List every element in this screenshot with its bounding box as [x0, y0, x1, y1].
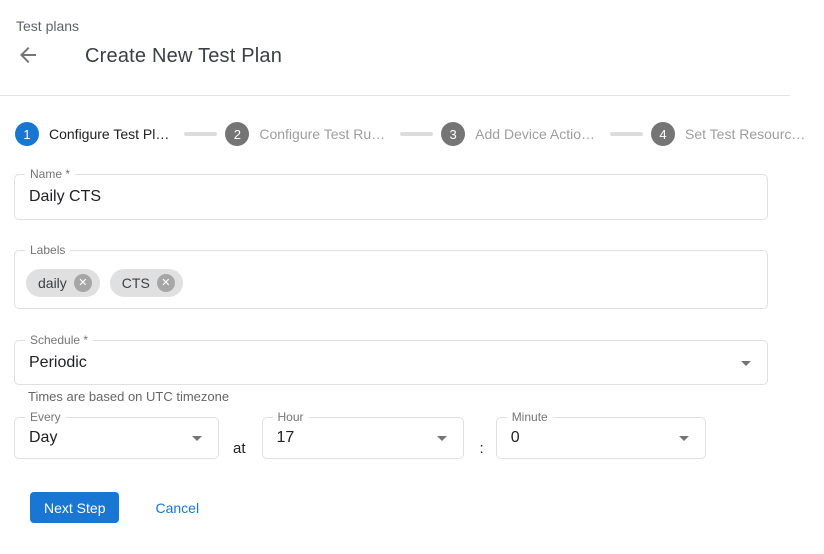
- arrow-back-icon: [16, 43, 40, 70]
- name-field[interactable]: Name *: [14, 174, 768, 220]
- chevron-down-icon: [437, 436, 447, 441]
- labels-field-label: Labels: [25, 243, 70, 258]
- chip-cts-remove-icon[interactable]: ✕: [157, 274, 175, 292]
- minute-field-label: Minute: [507, 410, 553, 425]
- create-test-plan-page: Test plans Create New Test Plan 1 Config…: [0, 0, 824, 554]
- page-header: Create New Test Plan: [0, 41, 824, 71]
- step-3-add-device-actions[interactable]: 3 Add Device Actio…: [441, 122, 595, 146]
- hour-value: 17: [277, 429, 295, 447]
- every-select[interactable]: Every Day: [14, 417, 219, 459]
- hour-select[interactable]: Hour 17: [262, 417, 464, 459]
- name-input[interactable]: [29, 188, 753, 206]
- chip-daily: daily ✕: [26, 269, 100, 297]
- chip-cts-text: CTS: [122, 275, 150, 291]
- every-field-label: Every: [25, 410, 66, 425]
- chip-daily-remove-icon[interactable]: ✕: [74, 274, 92, 292]
- next-step-button[interactable]: Next Step: [30, 492, 119, 523]
- step-3-badge: 3: [441, 122, 465, 146]
- chip-daily-text: daily: [38, 275, 67, 291]
- form-actions: Next Step Cancel: [30, 492, 768, 523]
- back-button[interactable]: [16, 44, 40, 68]
- chip-cts: CTS ✕: [110, 269, 183, 297]
- chevron-down-icon: [741, 361, 751, 366]
- schedule-value: Periodic: [29, 354, 87, 372]
- step-1-label: Configure Test Pl…: [49, 126, 169, 142]
- colon-label: :: [480, 440, 484, 459]
- schedule-time-row: Every Day at Hour 17 : Minute 0: [14, 417, 768, 459]
- step-connector: [400, 132, 433, 136]
- hour-field-label: Hour: [273, 410, 309, 425]
- chevron-down-icon: [192, 436, 202, 441]
- header-divider: [0, 95, 790, 96]
- step-connector: [184, 132, 217, 136]
- breadcrumb: Test plans: [16, 19, 824, 34]
- step-2-badge: 2: [225, 122, 249, 146]
- minute-value: 0: [511, 429, 520, 447]
- step-4-badge: 4: [651, 122, 675, 146]
- cancel-button[interactable]: Cancel: [155, 500, 199, 516]
- at-label: at: [233, 440, 246, 459]
- schedule-select[interactable]: Schedule * Periodic: [14, 340, 768, 385]
- utc-helper-text: Times are based on UTC timezone: [28, 389, 768, 404]
- every-value: Day: [29, 429, 57, 447]
- step-connector: [610, 132, 643, 136]
- step-1-configure-test-plan[interactable]: 1 Configure Test Pl…: [15, 122, 169, 146]
- name-field-label: Name *: [25, 167, 75, 182]
- step-1-badge: 1: [15, 122, 39, 146]
- step-4-set-test-resources[interactable]: 4 Set Test Resourc…: [651, 122, 805, 146]
- step-4-label: Set Test Resourc…: [685, 126, 805, 142]
- step-2-configure-test-run[interactable]: 2 Configure Test Ru…: [225, 122, 385, 146]
- test-plan-form: Name * Labels daily ✕ CTS ✕ Schedule * P…: [14, 174, 768, 523]
- schedule-field-label: Schedule *: [25, 333, 93, 348]
- stepper: 1 Configure Test Pl… 2 Configure Test Ru…: [15, 122, 824, 146]
- labels-field[interactable]: Labels daily ✕ CTS ✕: [14, 250, 768, 309]
- page-title: Create New Test Plan: [85, 45, 282, 68]
- chevron-down-icon: [679, 436, 689, 441]
- step-2-label: Configure Test Ru…: [259, 126, 385, 142]
- step-3-label: Add Device Actio…: [475, 126, 595, 142]
- minute-select[interactable]: Minute 0: [496, 417, 706, 459]
